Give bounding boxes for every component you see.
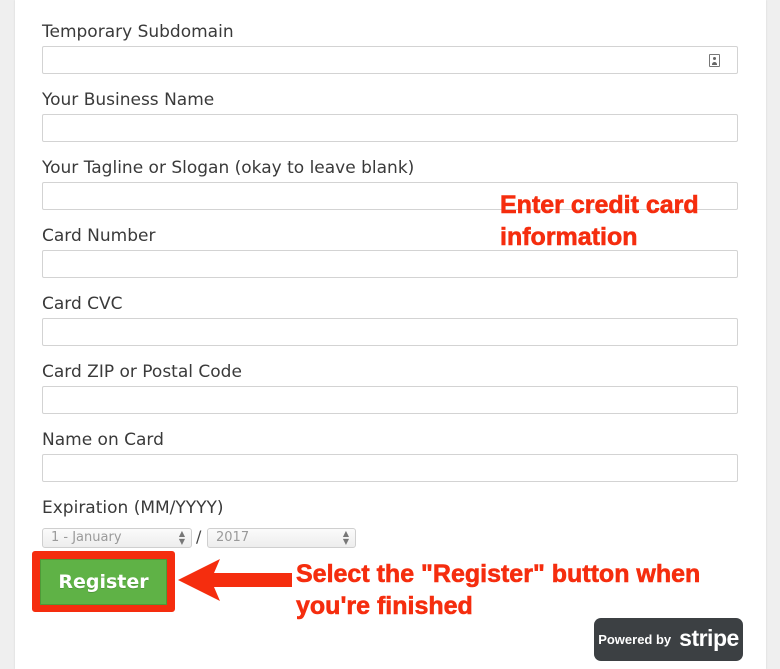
register-button[interactable]: Register <box>40 559 167 605</box>
card-zip-input[interactable] <box>42 386 738 414</box>
subdomain-label: Temporary Subdomain <box>42 22 234 42</box>
register-annotation-line2: you're finished <box>296 592 473 621</box>
up-down-chevron-icon: ▲ ▼ <box>178 529 185 546</box>
card-info-annotation-line2: information <box>500 223 638 252</box>
card-number-label: Card Number <box>42 226 156 246</box>
powered-by-text: Powered by <box>598 632 672 647</box>
card-cvc-label: Card CVC <box>42 294 123 314</box>
up-down-chevron-icon: ▲ ▼ <box>342 529 349 546</box>
expiration-label: Expiration (MM/YYYY) <box>42 498 224 518</box>
card-info-annotation-line1: Enter credit card <box>500 191 699 220</box>
powered-by-stripe-badge[interactable]: Powered by stripe <box>594 618 743 661</box>
subdomain-input[interactable] <box>42 46 738 74</box>
card-cvc-input[interactable] <box>42 318 738 346</box>
expiration-month-value: 1 - January <box>51 530 122 545</box>
stripe-logo: stripe <box>679 624 739 651</box>
business-name-label: Your Business Name <box>42 90 215 110</box>
expiration-year-select[interactable]: 2017 ▲ ▼ <box>207 528 356 548</box>
business-name-input[interactable] <box>42 114 738 142</box>
expiration-month-select[interactable]: 1 - January ▲ ▼ <box>42 528 192 548</box>
register-annotation-line1: Select the "Register" button when <box>296 560 701 589</box>
card-number-input[interactable] <box>42 250 738 278</box>
left-arrow-icon <box>178 559 292 601</box>
name-on-card-input[interactable] <box>42 454 738 482</box>
tagline-label: Your Tagline or Slogan (okay to leave bl… <box>42 158 415 178</box>
expiration-separator: / <box>196 527 202 546</box>
expiration-year-value: 2017 <box>216 530 250 545</box>
card-zip-label: Card ZIP or Postal Code <box>42 362 242 382</box>
contact-card-icon[interactable] <box>709 54 720 67</box>
name-on-card-label: Name on Card <box>42 430 164 450</box>
